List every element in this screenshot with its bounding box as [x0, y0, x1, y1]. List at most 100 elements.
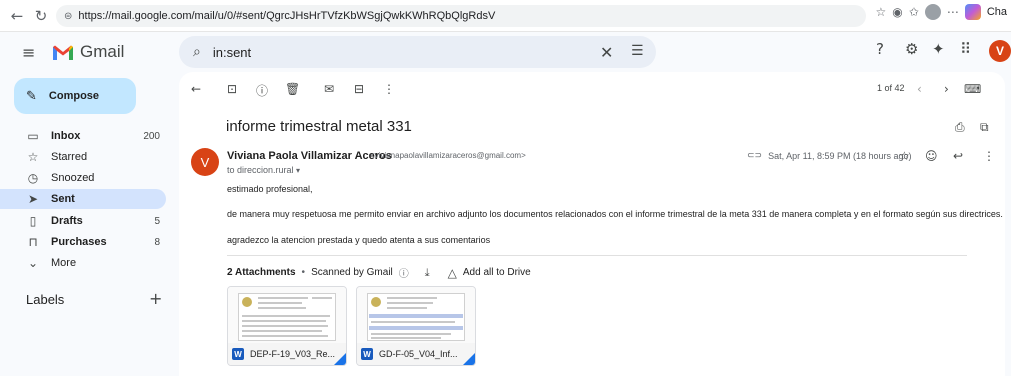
attachment-card[interactable]: W GD-F-05_V04_Inf...	[356, 286, 476, 366]
sidebar-item-inbox[interactable]: ▭ Inbox 200	[0, 126, 166, 146]
preview-line	[387, 302, 433, 304]
mark-unread-icon[interactable]: ✉	[324, 82, 334, 96]
sender-name[interactable]: Viviana Paola Villamizar Aceros	[227, 150, 392, 162]
preview-line	[371, 333, 451, 335]
sidebar-item-more[interactable]: ⌄ More	[0, 253, 166, 273]
drive-add-icon[interactable]: △	[448, 266, 457, 280]
preview-line	[242, 325, 328, 327]
pencil-icon: ✎	[26, 88, 37, 104]
compose-button[interactable]: ✎ Compose	[14, 78, 136, 114]
preview-line	[387, 297, 437, 299]
open-new-window-icon[interactable]: ⧉	[980, 120, 989, 135]
app-name: Gmail	[80, 42, 125, 61]
sender-avatar[interactable]: V	[191, 148, 219, 176]
bookmark-star-icon[interactable]: ☆	[876, 5, 887, 19]
back-arrow-icon[interactable]: ←	[191, 82, 201, 96]
sidebar-item-label: Drafts	[51, 215, 83, 227]
preview-line	[371, 337, 441, 339]
eye-icon[interactable]: ◉	[892, 5, 902, 19]
attachment-label: W DEP-F-19_V03_Re...	[228, 343, 346, 365]
site-info-icon[interactable]: ⊜	[64, 11, 72, 22]
search-options-icon[interactable]: ☰	[631, 43, 644, 59]
document-seal	[242, 297, 252, 307]
account-avatar[interactable]: V	[989, 40, 1011, 62]
older-chevron-icon[interactable]: ›	[944, 82, 949, 96]
settings-gear-icon[interactable]: ⚙	[905, 40, 918, 58]
chevron-down-icon: ⌄	[27, 256, 39, 270]
body-paragraph: estimado profesional,	[227, 184, 313, 194]
reload-icon[interactable]: ↻	[30, 5, 52, 27]
sidebar-item-label: More	[51, 257, 77, 269]
message-date: Sat, Apr 11, 8:59 PM (18 hours ago)	[768, 151, 912, 161]
search-icon[interactable]: ⌕	[193, 44, 201, 60]
back-icon[interactable]: ←	[6, 5, 28, 27]
keyboard-input-icon[interactable]: ⌨	[964, 82, 981, 96]
more-menu-icon[interactable]: ⋯	[947, 5, 959, 19]
preview-line	[242, 315, 330, 317]
search-input[interactable]: in:sent	[213, 45, 251, 60]
sender-email: <vivianapaolavillamizaraceros@gmail.com>	[370, 151, 526, 160]
reply-icon[interactable]: ↩	[953, 149, 963, 163]
attachment-filename: GD-F-05_V04_Inf...	[379, 349, 458, 359]
attachment-type-corner	[334, 353, 346, 365]
sidebar-item-purchases[interactable]: ⊓ Purchases 8	[0, 232, 166, 252]
browser-toolbar: ← ↻ ⊜ https://mail.google.com/mail/u/0/#…	[0, 0, 1011, 32]
divider	[227, 255, 967, 256]
star-icon: ☆	[27, 150, 39, 164]
help-icon[interactable]: ?	[876, 40, 884, 58]
gmail-m-icon	[52, 44, 74, 61]
attachment-card[interactable]: W DEP-F-19_V03_Re...	[227, 286, 347, 366]
more-options-icon[interactable]: ⋮	[383, 82, 395, 96]
profile-label: Cha	[986, 6, 1007, 18]
trash-icon[interactable]: 🗑	[285, 82, 300, 96]
sidebar-item-drafts[interactable]: ▯ Drafts 5	[0, 211, 166, 231]
send-icon: ➤	[27, 192, 39, 206]
draft-icon: ▯	[29, 214, 37, 228]
sidebar-item-starred[interactable]: ☆ Starred	[0, 147, 166, 167]
caret-down-icon[interactable]: ▾	[296, 166, 300, 175]
sidebar-item-label: Sent	[51, 193, 75, 205]
message-more-icon[interactable]: ⋮	[983, 149, 995, 163]
body-paragraph: de manera muy respetuosa me permito envi…	[227, 209, 1003, 219]
gemini-sparkle-icon[interactable]: ✦	[932, 40, 945, 58]
apps-grid-icon[interactable]: ⠿	[960, 40, 971, 58]
sidebar-item-snoozed[interactable]: ◷ Snoozed	[0, 168, 166, 188]
download-all-icon[interactable]: ⤓	[425, 266, 430, 280]
preview-line	[258, 297, 308, 299]
info-icon[interactable]: ⓘ	[399, 265, 409, 280]
sidebar-item-count: 8	[154, 236, 160, 248]
clear-search-icon[interactable]: ✕	[600, 43, 613, 62]
gmail-logo[interactable]: Gmail	[52, 42, 124, 62]
add-all-to-drive-link[interactable]: Add all to Drive	[463, 267, 531, 278]
preview-line	[258, 302, 302, 304]
search-bar[interactable]: ⌕ in:sent ✕ ☰	[179, 36, 656, 68]
browser-actions: ☆ ◉ ✩ ⋯ Cha	[876, 4, 1011, 20]
address-bar[interactable]: ⊜ https://mail.google.com/mail/u/0/#sent…	[56, 5, 866, 27]
star-message-icon[interactable]: ☆	[899, 149, 910, 163]
compose-label: Compose	[48, 90, 100, 102]
preview-line	[387, 307, 427, 309]
label-tag-icon[interactable]: ⊂⊃	[747, 151, 762, 161]
emoji-reaction-icon[interactable]: ☺	[925, 149, 938, 163]
copilot-icon[interactable]	[964, 4, 981, 20]
attachments-header: 2 Attachments • Scanned by Gmail ⓘ ⤓ △ A…	[227, 265, 531, 281]
favorites-icon[interactable]: ✩	[909, 5, 919, 19]
main-menu-icon[interactable]: ≡	[22, 43, 38, 62]
browser-profile-avatar[interactable]	[924, 4, 941, 20]
url-text: https://mail.google.com/mail/u/0/#sent/Q…	[78, 10, 496, 22]
preview-band	[369, 314, 463, 318]
newer-chevron-icon[interactable]: ‹	[917, 82, 922, 96]
print-icon[interactable]: ⎙	[955, 120, 965, 135]
preview-line	[242, 335, 328, 337]
sidebar-item-sent[interactable]: ➤ Sent	[0, 189, 166, 209]
archive-icon[interactable]: ⊡	[227, 82, 237, 96]
inbox-icon: ▭	[27, 129, 39, 143]
labels-heading: Labels	[26, 292, 65, 307]
report-spam-icon[interactable]: ⓘ	[256, 82, 268, 99]
separator-dot: •	[301, 267, 306, 278]
move-to-icon[interactable]: ⊟	[354, 82, 364, 96]
preview-line	[242, 330, 322, 332]
preview-band	[369, 326, 463, 330]
recipient-line[interactable]: to direccion.rural ▾	[227, 165, 300, 175]
add-label-icon[interactable]: +	[149, 289, 162, 308]
